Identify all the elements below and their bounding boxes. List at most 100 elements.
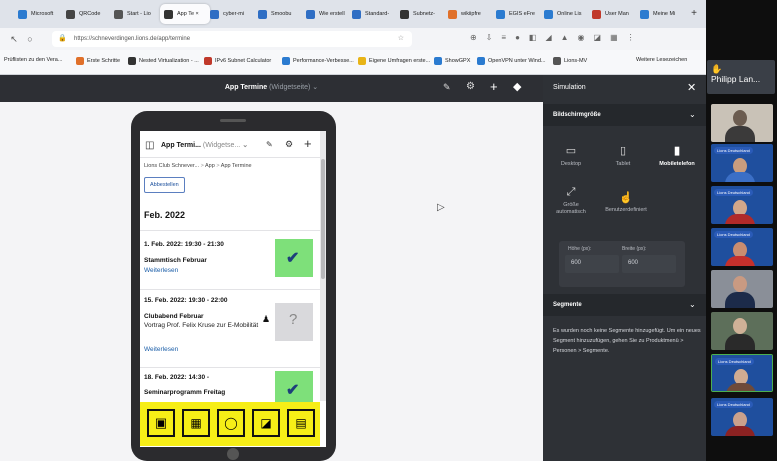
- gallery-icon[interactable]: ◪: [252, 409, 280, 437]
- phone-home-button: [227, 448, 239, 460]
- event-title[interactable]: Stammtisch Februar: [144, 257, 207, 264]
- size-auto-button[interactable]: ⤢ Größe automatisch: [551, 186, 591, 216]
- tab-favicon: [544, 9, 553, 19]
- read-more-link[interactable]: Weiterlesen: [144, 267, 178, 274]
- sidebar-toggle-icon[interactable]: ◫: [145, 140, 154, 151]
- bookmark-favicon: [128, 57, 136, 65]
- bookmark-folder[interactable]: Weitere Lesezeichen: [636, 57, 687, 63]
- browser-tab[interactable]: User Man: [592, 4, 632, 24]
- height-input[interactable]: 600: [565, 255, 619, 273]
- event-title[interactable]: Seminarprogramm Freitag: [144, 389, 225, 396]
- bookmark-favicon: [204, 57, 212, 65]
- brush-icon[interactable]: ✎: [443, 82, 451, 93]
- bookmark-item[interactable]: Prüflisten zu den Vera...: [4, 57, 62, 63]
- participant-tile-active[interactable]: Lions Deutschland: [711, 354, 773, 392]
- bookmark-item[interactable]: IPv6 Subnet Calculator: [204, 57, 271, 65]
- breadcrumb-item[interactable]: App: [205, 163, 215, 169]
- close-icon[interactable]: ✕: [687, 81, 696, 94]
- tab-favicon: [400, 9, 409, 19]
- attendance-pending-button[interactable]: ?: [275, 303, 313, 341]
- back-icon[interactable]: ↖: [8, 33, 20, 45]
- browser-tab[interactable]: QRCode: [66, 4, 106, 24]
- bookmark-favicon: [282, 57, 290, 65]
- phone-header-title[interactable]: App Termi... (Widgetse... ⌄: [161, 141, 248, 149]
- event-title[interactable]: Clubabend Februar: [144, 313, 204, 320]
- browser-tab[interactable]: Smoobu: [258, 4, 298, 24]
- check-icon: ✔: [286, 250, 300, 267]
- browser-tab[interactable]: Subnetz-: [400, 4, 440, 24]
- width-input[interactable]: 600: [622, 255, 676, 273]
- breadcrumb: Lions Club Schnever... > App > App Termi…: [144, 163, 252, 169]
- question-icon: ?: [289, 311, 298, 328]
- bookmark-item[interactable]: Performance-Verbesse...: [282, 57, 354, 65]
- chat-icon[interactable]: ◯: [217, 409, 245, 437]
- mobile-icon: ▮: [673, 145, 681, 157]
- device-tablet-button[interactable]: ▯ Tablet: [603, 144, 643, 167]
- bookmark-item[interactable]: Nested Virtualization - ...: [128, 57, 199, 65]
- bookmark-item[interactable]: Erste Schritte: [76, 57, 120, 65]
- size-custom-button[interactable]: ☝ Benutzerdefiniert: [599, 191, 653, 213]
- browser-tab[interactable]: Microsoft: [18, 4, 58, 24]
- browser-tab[interactable]: Start - Lio: [114, 4, 154, 24]
- attendance-yes-button[interactable]: ✔: [275, 239, 313, 277]
- participant-tile[interactable]: Lions Deutschland: [711, 186, 773, 224]
- browser-tab[interactable]: Online Lis: [544, 4, 584, 24]
- phone-speaker: [220, 119, 246, 122]
- event-date: 15. Feb. 2022: 19:30 - 22:00: [144, 297, 228, 304]
- brush-icon[interactable]: ✎: [266, 140, 273, 149]
- tab-favicon: [448, 9, 457, 19]
- breadcrumb-item[interactable]: Lions Club Schnever...: [144, 163, 199, 169]
- screen-size-section-header[interactable]: Bildschirmgröße ⌄: [543, 104, 706, 126]
- browser-tab-active[interactable]: App Te ×: [160, 4, 210, 24]
- browser-tab[interactable]: Wie erstell: [306, 4, 346, 24]
- bookmark-item[interactable]: Lions-MV: [553, 57, 587, 65]
- device-mobile-button[interactable]: ▮ Mobiletelefon: [653, 144, 701, 167]
- tab-favicon: [18, 9, 27, 19]
- browser-tab[interactable]: wikiipfre: [448, 4, 488, 24]
- contacts-icon[interactable]: ▣: [147, 409, 175, 437]
- participant-tile[interactable]: [711, 270, 773, 308]
- document-icon[interactable]: ▤: [287, 409, 315, 437]
- participant-tile[interactable]: Lions Deutschland: [711, 398, 773, 436]
- publish-icon[interactable]: ◆: [513, 80, 521, 93]
- chevron-down-icon: ⌄: [689, 300, 696, 309]
- calendar-icon[interactable]: ▦: [182, 409, 210, 437]
- size-fields-group: Höhe (px): Breite (px): 600 600: [559, 241, 685, 287]
- gear-icon[interactable]: ⚙: [285, 139, 293, 150]
- check-icon: ✔: [286, 382, 300, 399]
- unsubscribe-button[interactable]: Abbestellen: [144, 177, 185, 193]
- participant-tile[interactable]: Lions Deutschland: [711, 144, 773, 182]
- participant-tile[interactable]: [711, 312, 773, 350]
- page-title[interactable]: App Termine (Widgetseite) ⌄: [0, 83, 543, 91]
- gear-icon[interactable]: ⚙: [466, 81, 475, 92]
- browser-tab[interactable]: EGIS eFre: [496, 4, 536, 24]
- lock-icon: 🔒: [58, 35, 67, 42]
- bookmark-item[interactable]: ShowGPX: [434, 57, 470, 65]
- add-icon[interactable]: +: [304, 136, 312, 151]
- bookmark-favicon: [76, 57, 84, 65]
- toolbar-extension-icons[interactable]: ⊕⇩≡●◧◢▲◉◪▦⋮: [470, 33, 644, 42]
- url-field[interactable]: 🔒 https://schneverdingen.lions.de/app/te…: [52, 31, 412, 47]
- segments-section-header[interactable]: Segmente ⌄: [543, 294, 706, 316]
- panel-title: Simulation: [553, 84, 586, 91]
- browser-tab[interactable]: cyber-mi: [210, 4, 250, 24]
- participant-tile[interactable]: [711, 104, 773, 142]
- new-tab-icon[interactable]: +: [688, 7, 700, 19]
- bookmark-item[interactable]: Eigene Umfragen erste...: [358, 57, 430, 65]
- participant-tile[interactable]: Lions Deutschland: [711, 228, 773, 266]
- bookmark-item[interactable]: OpenVPN unter Wind...: [477, 57, 545, 65]
- speaker-name-tile[interactable]: ✋ Philipp Lan...: [707, 60, 775, 94]
- tab-favicon: [496, 9, 505, 19]
- read-more-link[interactable]: Weiterlesen: [144, 346, 178, 353]
- star-icon[interactable]: ☆: [398, 34, 404, 42]
- tab-favicon: [164, 9, 173, 19]
- reload-icon[interactable]: ○: [24, 33, 36, 45]
- scrollbar-track[interactable]: [320, 131, 326, 401]
- monitor-icon: ▭: [565, 145, 577, 157]
- tab-favicon: [306, 9, 315, 19]
- add-icon[interactable]: +: [490, 79, 498, 94]
- browser-tab[interactable]: Meine Mi: [640, 4, 680, 24]
- scrollbar-thumb[interactable]: [321, 159, 325, 279]
- device-desktop-button[interactable]: ▭ Desktop: [551, 144, 591, 167]
- browser-tab[interactable]: Standard-: [352, 4, 392, 24]
